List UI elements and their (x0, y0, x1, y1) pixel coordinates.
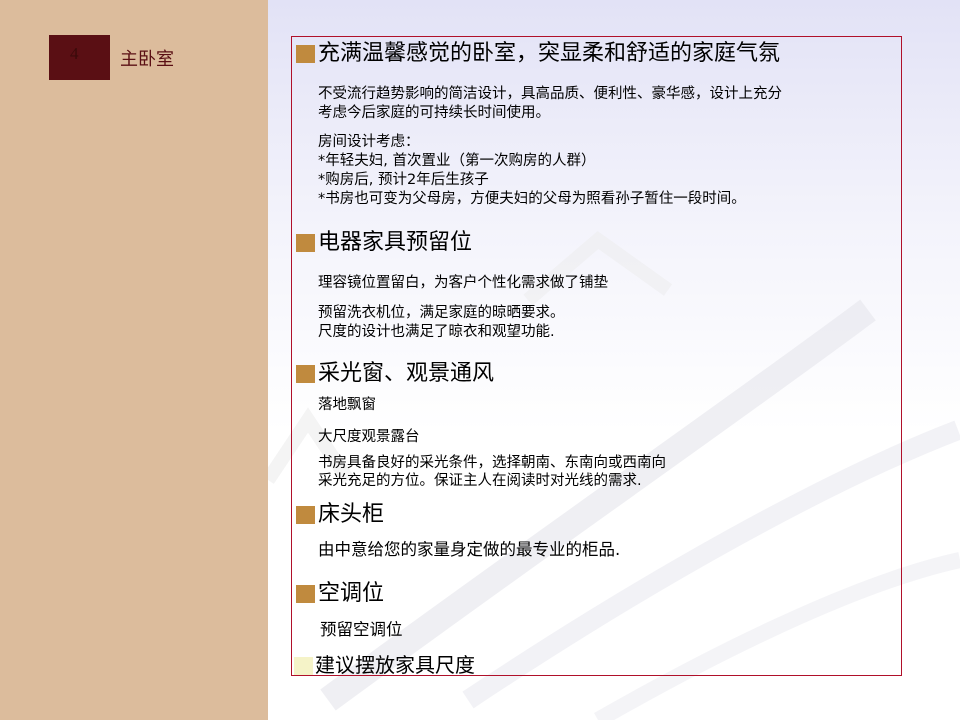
section-number-box (49, 35, 110, 80)
body-text: 书房具备良好的采光条件，选择朝南、东南向或西南向 (318, 455, 666, 471)
body-text: *书房也可变为父母房，方便夫妇的父母为照看孙子暂住一段时间。 (318, 191, 746, 207)
bullet-square (296, 234, 315, 252)
section-heading: 空调位 (318, 581, 385, 606)
section-heading: 建议摆放家具尺度 (315, 653, 475, 677)
body-text: 不受流行趋势影响的简洁设计，具高品质、便利性、豪华感，设计上充分 (318, 86, 782, 102)
content-frame (291, 36, 902, 676)
body-text: 落地飘窗 (318, 397, 376, 413)
section-heading: 充满温馨感觉的卧室，突显柔和舒适的家庭气氛 (318, 41, 781, 66)
left-panel (0, 0, 268, 720)
body-text: 预留空调位 (320, 620, 403, 639)
body-text: 房间设计考虑： (318, 134, 420, 150)
body-text: *购房后, 预计2年后生孩子 (318, 172, 489, 188)
bullet-square (296, 45, 315, 63)
body-text: *年轻夫妇, 首次置业（第一次购房的人群） (318, 153, 596, 169)
section-number: 4 (70, 44, 79, 63)
body-text: 采光充足的方位。保证主人在阅读时对光线的需求. (318, 473, 642, 489)
body-text: 预留洗衣机位，满足家庭的晾晒要求。 (318, 305, 565, 321)
body-text: 考虑今后家庭的可持续长时间使用。 (318, 105, 550, 121)
body-text: 理容镜位置留白，为客户个性化需求做了铺垫 (318, 275, 608, 291)
body-text: 尺度的设计也满足了晾衣和观望功能. (318, 324, 555, 340)
room-title: 主卧室 (120, 49, 174, 70)
section-heading: 电器家具预留位 (318, 230, 473, 255)
section-heading: 床头柜 (318, 502, 385, 527)
bullet-square (296, 585, 315, 603)
body-text: 由中意给您的家量身定做的最专业的柜品. (318, 540, 621, 559)
bullet-square (296, 365, 315, 383)
bullet-square (296, 506, 315, 524)
section-heading: 采光窗、观景通风 (318, 361, 495, 386)
bullet-square-light (294, 657, 313, 675)
body-text: 大尺度观景露台 (318, 429, 420, 445)
